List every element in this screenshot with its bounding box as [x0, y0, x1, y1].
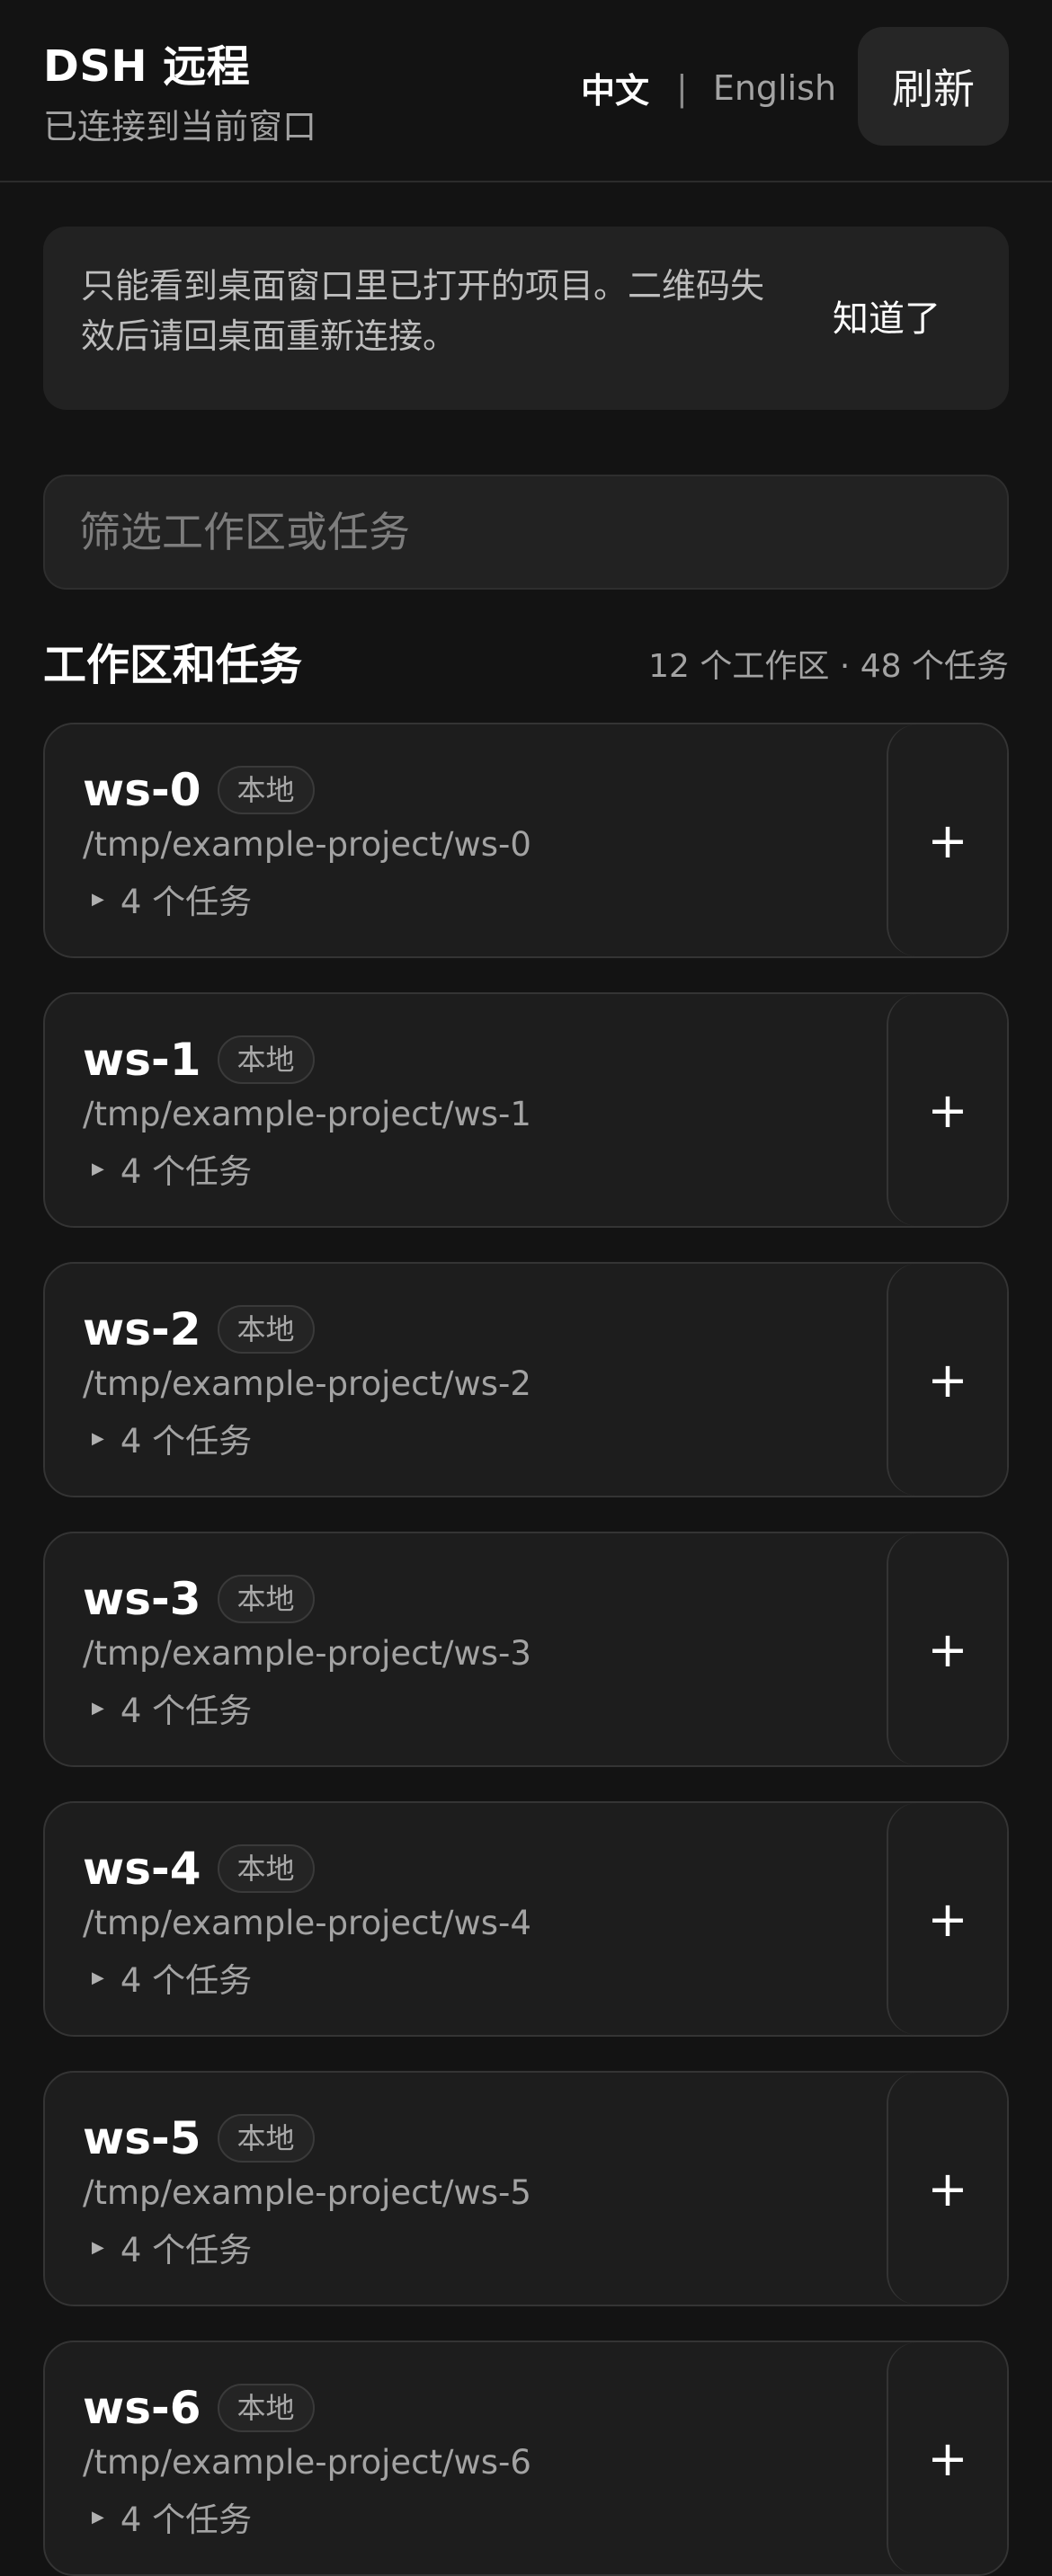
- triangle-right-icon: ▶: [92, 1698, 104, 1718]
- add-task-button[interactable]: +: [887, 1264, 1007, 1496]
- workspace-name: ws-0: [83, 764, 201, 816]
- triangle-right-icon: ▶: [92, 889, 104, 909]
- workspace-header: ws-6 本地: [83, 2382, 531, 2434]
- add-task-button[interactable]: +: [887, 2342, 1007, 2574]
- workspace-path: /tmp/example-project/ws-3: [83, 1634, 531, 1673]
- triangle-right-icon: ▶: [92, 1968, 104, 1987]
- workspace-header: ws-0 本地: [83, 764, 531, 816]
- workspace-header: ws-4 本地: [83, 1843, 531, 1895]
- workspace-badge: 本地: [217, 2114, 315, 2163]
- connection-status: 已连接到当前窗口: [43, 107, 317, 147]
- triangle-right-icon: ▶: [92, 1159, 104, 1178]
- workspace-badge: 本地: [217, 1305, 315, 1354]
- workspace-tasks-toggle[interactable]: ▶ 4 个任务: [83, 1953, 531, 2002]
- workspace-task-count: 4 个任务: [120, 883, 253, 921]
- workspace-info: ws-5 本地/tmp/example-project/ws-5 ▶ 4 个任务: [83, 2112, 531, 2271]
- refresh-button[interactable]: 刷新: [858, 27, 1009, 146]
- workspace-info: ws-0 本地/tmp/example-project/ws-0 ▶ 4 个任务: [83, 764, 531, 923]
- language-switch: 中文 | English: [581, 63, 836, 112]
- workspace-header: ws-2 本地: [83, 1303, 531, 1355]
- workspace-card[interactable]: ws-6 本地/tmp/example-project/ws-6 ▶ 4 个任务 +: [43, 2341, 1009, 2576]
- workspace-task-count: 4 个任务: [120, 1961, 253, 2000]
- triangle-right-icon: ▶: [92, 2507, 104, 2527]
- lang-separator: |: [676, 67, 688, 108]
- lang-option-zh[interactable]: 中文: [581, 63, 649, 112]
- section-count: 12 个工作区 · 48 个任务: [648, 648, 1009, 685]
- add-task-button[interactable]: +: [887, 994, 1007, 1226]
- workspace-path: /tmp/example-project/ws-5: [83, 2173, 531, 2212]
- add-task-button[interactable]: +: [887, 2073, 1007, 2305]
- triangle-right-icon: ▶: [92, 2237, 104, 2257]
- workspace-name: ws-5: [83, 2112, 201, 2164]
- workspace-badge: 本地: [217, 1035, 315, 1084]
- filter-input[interactable]: 筛选工作区或任务: [43, 475, 1009, 590]
- workspace-card[interactable]: ws-3 本地/tmp/example-project/ws-3 ▶ 4 个任务 +: [43, 1532, 1009, 1767]
- triangle-right-icon: ▶: [92, 1428, 104, 1448]
- workspace-tasks-toggle[interactable]: ▶ 4 个任务: [83, 875, 531, 923]
- workspace-tasks-toggle[interactable]: ▶ 4 个任务: [83, 1414, 531, 1462]
- workspace-task-count: 4 个任务: [120, 1692, 253, 1730]
- workspace-task-count: 4 个任务: [120, 1152, 253, 1191]
- workspace-header: ws-5 本地: [83, 2112, 531, 2164]
- workspace-path: /tmp/example-project/ws-2: [83, 1364, 531, 1403]
- workspace-info: ws-4 本地/tmp/example-project/ws-4 ▶ 4 个任务: [83, 1843, 531, 2002]
- notice-text: 只能看到桌面窗口里已打开的项目。二维码失效后请回桌面重新连接。: [81, 266, 765, 356]
- workspace-badge: 本地: [217, 766, 315, 814]
- workspace-name: ws-1: [83, 1034, 201, 1086]
- workspace-info: ws-2 本地/tmp/example-project/ws-2 ▶ 4 个任务: [83, 1303, 531, 1462]
- workspace-card[interactable]: ws-1 本地/tmp/example-project/ws-1 ▶ 4 个任务 +: [43, 992, 1009, 1228]
- workspace-header: ws-1 本地: [83, 1034, 531, 1086]
- add-task-button[interactable]: +: [887, 1533, 1007, 1765]
- workspace-path: /tmp/example-project/ws-6: [83, 2443, 531, 2482]
- workspace-info: ws-6 本地/tmp/example-project/ws-6 ▶ 4 个任务: [83, 2382, 531, 2541]
- workspace-header: ws-3 本地: [83, 1573, 531, 1625]
- dismiss-notice-button[interactable]: 知道了: [833, 289, 941, 342]
- workspace-card[interactable]: ws-4 本地/tmp/example-project/ws-4 ▶ 4 个任务 +: [43, 1801, 1009, 2037]
- app-header: DSH 远程 已连接到当前窗口 中文 | English 刷新: [0, 0, 1052, 182]
- workspace-tasks-toggle[interactable]: ▶ 4 个任务: [83, 1683, 531, 1732]
- workspace-task-count: 4 个任务: [120, 1422, 253, 1461]
- workspace-path: /tmp/example-project/ws-1: [83, 1095, 531, 1133]
- workspace-name: ws-3: [83, 1573, 201, 1625]
- workspace-task-count: 4 个任务: [120, 2500, 253, 2539]
- workspace-info: ws-1 本地/tmp/example-project/ws-1 ▶ 4 个任务: [83, 1034, 531, 1193]
- lang-option-en[interactable]: English: [713, 68, 836, 108]
- workspace-card[interactable]: ws-2 本地/tmp/example-project/ws-2 ▶ 4 个任务 +: [43, 1262, 1009, 1497]
- workspace-info: ws-3 本地/tmp/example-project/ws-3 ▶ 4 个任务: [83, 1573, 531, 1732]
- workspace-tasks-toggle[interactable]: ▶ 4 个任务: [83, 1144, 531, 1193]
- workspace-badge: 本地: [217, 2384, 315, 2432]
- workspace-task-count: 4 个任务: [120, 2231, 253, 2270]
- workspace-name: ws-2: [83, 1303, 201, 1355]
- notice-banner: 只能看到桌面窗口里已打开的项目。二维码失效后请回桌面重新连接。 知道了: [43, 227, 1009, 410]
- workspace-path: /tmp/example-project/ws-0: [83, 825, 531, 864]
- section-title: 工作区和任务: [43, 640, 303, 690]
- workspace-tasks-toggle[interactable]: ▶ 4 个任务: [83, 2492, 531, 2541]
- workspace-card[interactable]: ws-5 本地/tmp/example-project/ws-5 ▶ 4 个任务 +: [43, 2071, 1009, 2306]
- workspace-tasks-toggle[interactable]: ▶ 4 个任务: [83, 2223, 531, 2271]
- add-task-button[interactable]: +: [887, 724, 1007, 956]
- workspace-badge: 本地: [217, 1844, 315, 1893]
- workspace-name: ws-6: [83, 2382, 201, 2434]
- workspace-card[interactable]: ws-0 本地/tmp/example-project/ws-0 ▶ 4 个任务 +: [43, 723, 1009, 958]
- app-title: DSH 远程: [43, 41, 251, 92]
- workspace-badge: 本地: [217, 1575, 315, 1623]
- workspace-name: ws-4: [83, 1843, 201, 1895]
- workspace-path: /tmp/example-project/ws-4: [83, 1904, 531, 1942]
- add-task-button[interactable]: +: [887, 1803, 1007, 2035]
